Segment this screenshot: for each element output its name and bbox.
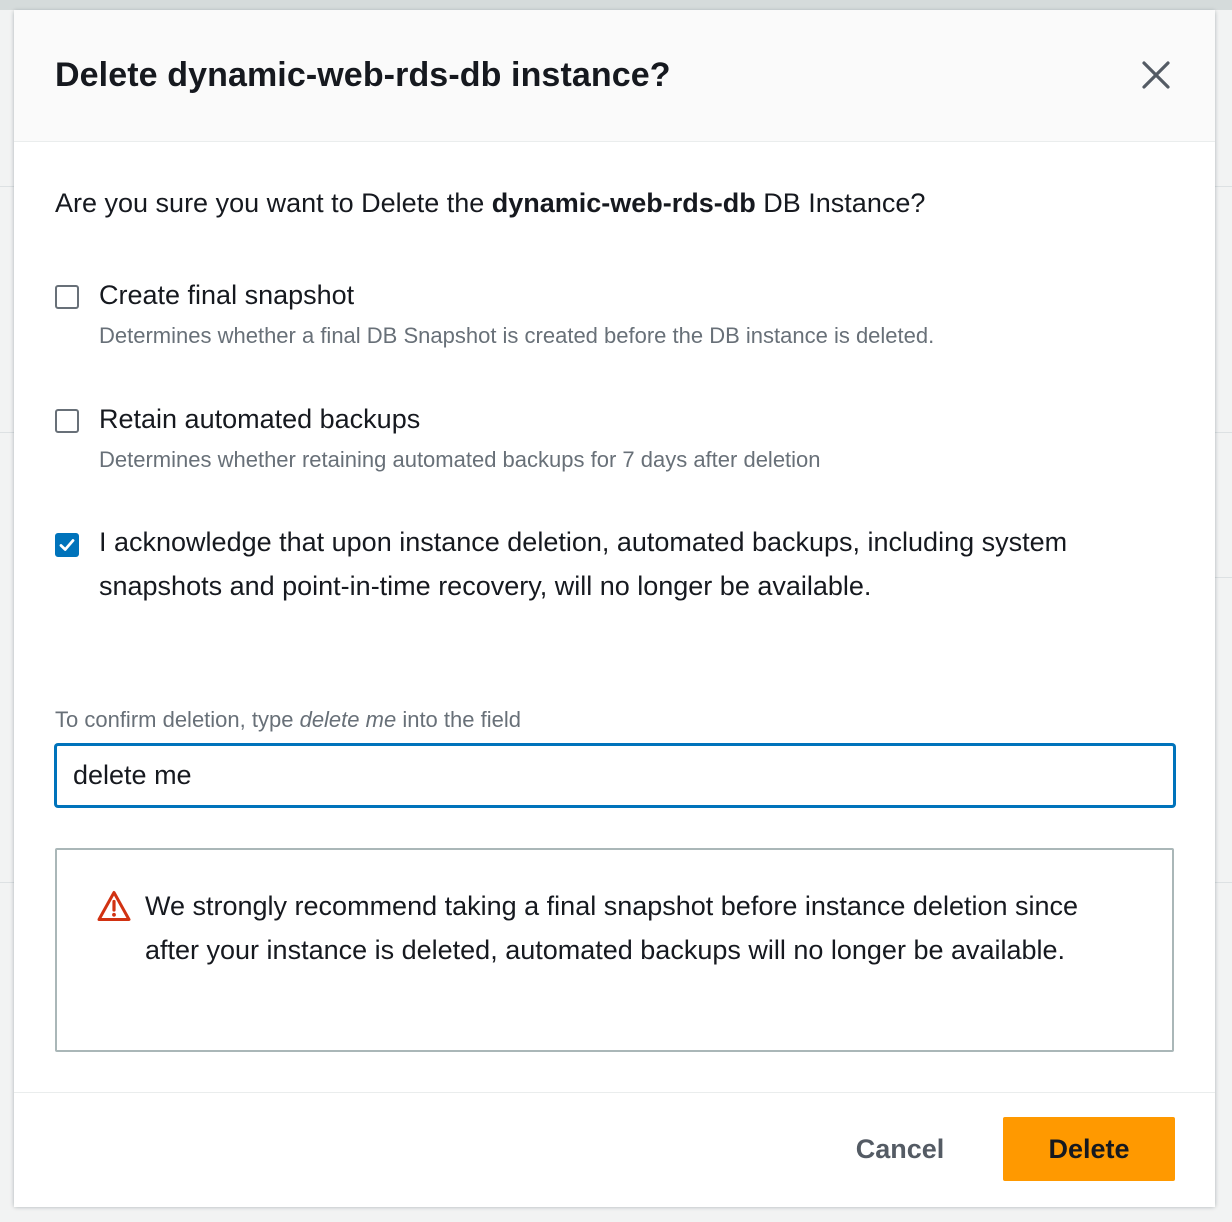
instance-name: dynamic-web-rds-db xyxy=(491,188,756,218)
warning-text: We strongly recommend taking a final sna… xyxy=(145,891,1079,965)
checkmark-icon xyxy=(59,539,75,551)
confirm-deletion-input[interactable] xyxy=(55,744,1175,807)
confirm-label-suffix: into the field xyxy=(396,707,521,732)
warning-icon xyxy=(97,891,131,921)
background-divider xyxy=(0,882,14,883)
confirm-label-keyword: delete me xyxy=(299,707,397,732)
modal-title: Delete dynamic-web-rds-db instance? xyxy=(55,56,671,94)
create-final-snapshot-checkbox[interactable] xyxy=(55,285,79,309)
close-icon xyxy=(1142,61,1170,89)
create-final-snapshot-label: Create final snapshot xyxy=(99,280,355,310)
background-topbar xyxy=(0,0,1232,10)
confirm-label-prefix: To confirm deletion, type xyxy=(55,707,300,732)
acknowledge-label: I acknowledge that upon instance deletio… xyxy=(99,527,1068,601)
confirmation-question: Are you sure you want to Delete the dyna… xyxy=(55,188,925,219)
modal-footer: Cancel Delete xyxy=(14,1092,1215,1207)
close-button[interactable] xyxy=(1139,58,1173,92)
retain-automated-backups-label: Retain automated backups xyxy=(99,404,421,434)
intro-suffix: DB Instance? xyxy=(755,188,926,218)
background-divider xyxy=(1215,186,1232,187)
warning-alert: We strongly recommend taking a final sna… xyxy=(55,848,1174,1052)
background-divider xyxy=(0,186,14,187)
intro-prefix: Are you sure you want to Delete the xyxy=(55,188,492,218)
background-divider xyxy=(0,432,14,433)
acknowledge-checkbox[interactable] xyxy=(55,533,79,557)
modal-header: Delete dynamic-web-rds-db instance? xyxy=(14,10,1215,142)
background-divider xyxy=(1215,432,1232,433)
cancel-button[interactable]: Cancel xyxy=(836,1117,964,1181)
background-divider xyxy=(1215,577,1232,578)
retain-automated-backups-checkbox[interactable] xyxy=(55,409,79,433)
delete-button[interactable]: Delete xyxy=(1003,1117,1175,1181)
retain-automated-backups-description: Determines whether retaining automated b… xyxy=(99,447,821,472)
background-divider xyxy=(1215,882,1232,883)
confirm-deletion-label: To confirm deletion, type delete me into… xyxy=(55,707,521,733)
delete-instance-modal: Delete dynamic-web-rds-db instance? Are … xyxy=(14,10,1215,1207)
create-final-snapshot-description: Determines whether a final DB Snapshot i… xyxy=(99,323,935,348)
